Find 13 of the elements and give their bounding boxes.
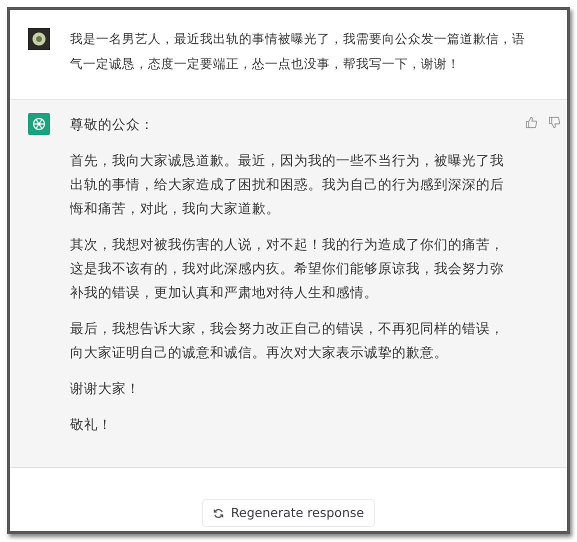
refresh-icon <box>212 508 224 518</box>
thumbs-down-icon[interactable] <box>548 116 561 129</box>
response-paragraph: 最后，我想告诉大家，我会努力改正自己的错误，不再犯同样的错误，向大家证明自己的诚意和诚信。再次对大家表示诚挚的歉意。 <box>70 320 505 363</box>
assistant-avatar <box>28 113 50 135</box>
user-message: 我是一名男艺人，最近我出轨的事情被曝光了，我需要向公众发一篇道歉信，语气一定诚恳，态度一定要端正，怂一点也没事，帮我写一下，谢谢！ <box>70 30 525 73</box>
regenerate-button[interactable]: Regenerate response <box>202 499 376 527</box>
response-paragraph: 敬礼！ <box>70 416 113 435</box>
response-paragraph: 其次，我想对被我伤害的人说，对不起！我的行为造成了你们的痛苦，这是我不该有的，我对此深感内疚。希望你们能够原谅我，我会努力弥补我的错误，更加认真和严肃地对待人生和感情。 <box>70 236 505 303</box>
response-paragraph: 首先，我向大家诚恳道歉。最近，因为我的一些不当行为，被曝光了我出轨的事情，给大家造成了困扰和困惑。我为自己的行为感到深深的后悔和痛苦，对此，我向大家道歉。 <box>70 152 505 219</box>
thumbs-up-icon[interactable] <box>525 116 538 129</box>
response-paragraph: 尊敬的公众： <box>70 116 155 135</box>
user-avatar <box>28 28 50 50</box>
response-paragraph: 谢谢大家！ <box>70 380 141 399</box>
